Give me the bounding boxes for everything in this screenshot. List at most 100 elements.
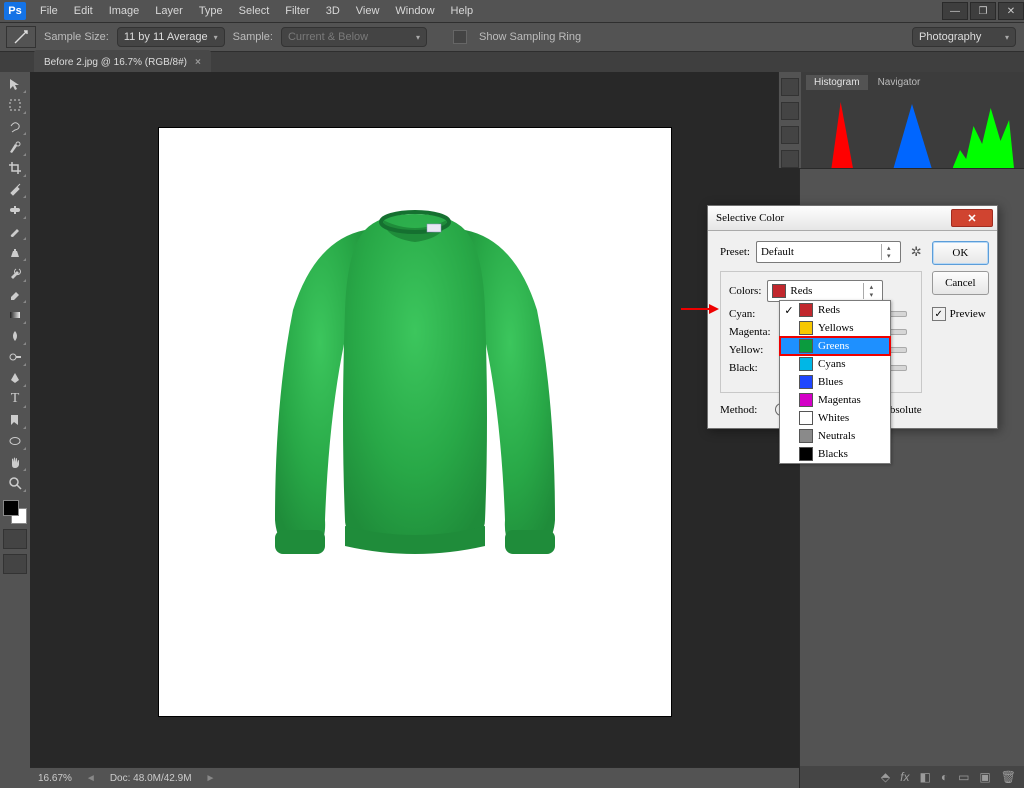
dialog-close-button[interactable]: ✕ bbox=[951, 209, 993, 227]
scroll-arrow-left-icon[interactable]: ◄ bbox=[86, 773, 96, 784]
trash-icon[interactable]: 🗑 bbox=[1001, 770, 1016, 784]
workspace-select[interactable]: Photography▾ bbox=[912, 27, 1016, 47]
colors-option-reds[interactable]: ✓Reds bbox=[780, 301, 890, 319]
type-tool[interactable]: T bbox=[3, 389, 27, 409]
preview-checkbox[interactable]: ✓ bbox=[932, 307, 946, 321]
group-icon[interactable]: ▭ bbox=[958, 770, 969, 784]
lasso-tool[interactable] bbox=[3, 116, 27, 136]
colors-option-whites[interactable]: Whites bbox=[780, 409, 890, 427]
tab-navigator[interactable]: Navigator bbox=[870, 75, 929, 90]
menu-3d[interactable]: 3D bbox=[318, 3, 348, 19]
close-tab-icon[interactable]: × bbox=[195, 57, 201, 68]
zoom-tool[interactable] bbox=[3, 473, 27, 493]
preset-select[interactable]: Default ▴▾ bbox=[756, 241, 901, 263]
dialog-titlebar[interactable]: Selective Color ✕ bbox=[708, 206, 997, 231]
screenmode-button[interactable] bbox=[3, 554, 27, 574]
colors-option-greens[interactable]: Greens bbox=[780, 337, 890, 355]
tab-histogram[interactable]: Histogram bbox=[806, 75, 868, 90]
colors-option-blacks[interactable]: Blacks bbox=[780, 445, 890, 463]
tools-panel: T bbox=[0, 72, 31, 788]
preset-menu-icon[interactable]: ✲ bbox=[911, 244, 922, 260]
menu-edit[interactable]: Edit bbox=[66, 3, 101, 19]
menu-help[interactable]: Help bbox=[443, 3, 482, 19]
histogram-red bbox=[810, 102, 871, 168]
move-tool[interactable] bbox=[3, 74, 27, 94]
selective-color-dialog[interactable]: Selective Color ✕ Preset: Default ▴▾ ✲ C… bbox=[707, 205, 998, 429]
history-brush-tool[interactable] bbox=[3, 263, 27, 283]
sample-size-select[interactable]: 11 by 11 Average▾ bbox=[117, 27, 225, 47]
clone-stamp-tool[interactable] bbox=[3, 242, 27, 262]
menu-window[interactable]: Window bbox=[387, 3, 442, 19]
current-tool-icon[interactable] bbox=[6, 26, 36, 48]
preset-label: Preset: bbox=[720, 246, 750, 258]
colors-option-neutrals[interactable]: Neutrals bbox=[780, 427, 890, 445]
document-canvas[interactable] bbox=[159, 128, 671, 716]
shape-tool[interactable] bbox=[3, 431, 27, 451]
mask-icon[interactable]: ◧ bbox=[919, 770, 930, 784]
show-sampling-ring-checkbox[interactable] bbox=[453, 30, 467, 44]
colors-option-cyans[interactable]: Cyans bbox=[780, 355, 890, 373]
marquee-tool[interactable] bbox=[3, 95, 27, 115]
colors-option-magentas[interactable]: Magentas bbox=[780, 391, 890, 409]
magenta-label: Magenta: bbox=[729, 326, 785, 338]
link-icon[interactable]: ⬘ bbox=[881, 770, 890, 784]
eraser-tool[interactable] bbox=[3, 284, 27, 304]
collapsed-panel-icon[interactable] bbox=[781, 78, 799, 96]
adjustment-icon[interactable]: ◐ bbox=[941, 770, 948, 784]
brush-tool[interactable] bbox=[3, 221, 27, 241]
doc-size[interactable]: Doc: 48.0M/42.9M bbox=[110, 773, 192, 784]
sample-layer-select[interactable]: Current & Below▾ bbox=[281, 27, 427, 47]
colors-option-blues[interactable]: Blues bbox=[780, 373, 890, 391]
quickmask-button[interactable] bbox=[3, 529, 27, 549]
sample-label: Sample: bbox=[233, 31, 273, 43]
colors-select[interactable]: Reds ▴▾ bbox=[767, 280, 883, 302]
quick-select-tool[interactable] bbox=[3, 137, 27, 157]
document-tab[interactable]: Before 2.jpg @ 16.7% (RGB/8#) × bbox=[34, 50, 211, 74]
menu-type[interactable]: Type bbox=[191, 3, 231, 19]
collapsed-panel-strip bbox=[778, 72, 801, 168]
cancel-button[interactable]: Cancel bbox=[932, 271, 989, 295]
canvas-area[interactable] bbox=[30, 72, 800, 788]
preview-label: Preview bbox=[950, 308, 986, 320]
menu-image[interactable]: Image bbox=[101, 3, 148, 19]
dodge-tool[interactable] bbox=[3, 347, 27, 367]
status-bar: 16.67% ◄ Doc: 48.0M/42.9M ► bbox=[30, 767, 800, 788]
gradient-tool[interactable] bbox=[3, 305, 27, 325]
window-restore-button[interactable]: ❐ bbox=[970, 2, 996, 20]
menu-layer[interactable]: Layer bbox=[147, 3, 191, 19]
histogram-blue bbox=[881, 104, 942, 168]
scroll-arrow-right-icon[interactable]: ► bbox=[206, 773, 216, 784]
colors-option-yellows[interactable]: Yellows bbox=[780, 319, 890, 337]
menu-filter[interactable]: Filter bbox=[277, 3, 317, 19]
dock-bottom-icons: ⬘ fx ◧ ◐ ▭ ▣ 🗑 bbox=[800, 766, 1024, 788]
yellow-label: Yellow: bbox=[729, 344, 785, 356]
collapsed-panel-icon[interactable] bbox=[781, 150, 799, 168]
pen-tool[interactable] bbox=[3, 368, 27, 388]
menu-select[interactable]: Select bbox=[231, 3, 278, 19]
method-label: Method: bbox=[720, 404, 757, 416]
collapsed-panel-icon[interactable] bbox=[781, 102, 799, 120]
crop-tool[interactable] bbox=[3, 158, 27, 178]
blur-tool[interactable] bbox=[3, 326, 27, 346]
window-minimize-button[interactable]: — bbox=[942, 2, 968, 20]
ok-button[interactable]: OK bbox=[932, 241, 989, 265]
histogram-panel[interactable] bbox=[800, 92, 1024, 169]
fx-icon[interactable]: fx bbox=[900, 770, 909, 784]
panel-tab-bar: Histogram Navigator bbox=[800, 72, 1024, 92]
eyedropper-tool[interactable] bbox=[3, 179, 27, 199]
dialog-title: Selective Color bbox=[716, 212, 784, 224]
color-swatches[interactable] bbox=[3, 500, 27, 524]
menu-view[interactable]: View bbox=[348, 3, 388, 19]
new-layer-icon[interactable]: ▣ bbox=[979, 770, 990, 784]
app-logo: Ps bbox=[4, 2, 26, 20]
hand-tool[interactable] bbox=[3, 452, 27, 472]
path-select-tool[interactable] bbox=[3, 410, 27, 430]
window-close-button[interactable]: ✕ bbox=[998, 2, 1024, 20]
black-label: Black: bbox=[729, 362, 785, 374]
menu-file[interactable]: File bbox=[32, 3, 66, 19]
healing-brush-tool[interactable] bbox=[3, 200, 27, 220]
zoom-level[interactable]: 16.67% bbox=[38, 773, 72, 784]
options-bar: Sample Size: 11 by 11 Average▾ Sample: C… bbox=[0, 23, 1024, 52]
collapsed-panel-icon[interactable] bbox=[781, 126, 799, 144]
colors-dropdown-list[interactable]: ✓RedsYellowsGreensCyansBluesMagentasWhit… bbox=[779, 300, 891, 464]
